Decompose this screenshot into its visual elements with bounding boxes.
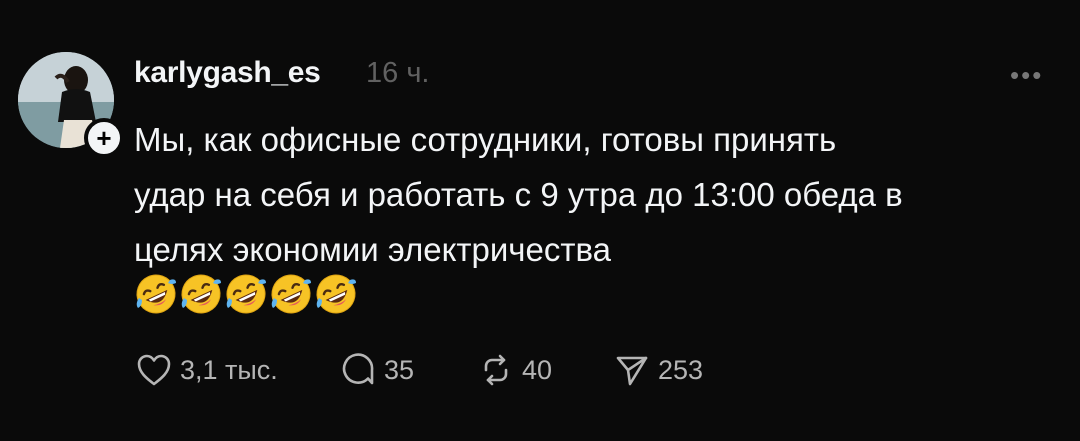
repost-button[interactable]: 40 — [478, 350, 552, 390]
emoji-row — [134, 272, 358, 316]
more-options-icon[interactable]: ••• — [1010, 60, 1043, 91]
avatar-container[interactable]: + — [18, 52, 124, 158]
action-bar: 3,1 тыс. 35 40 253 — [136, 350, 836, 390]
follow-plus-icon[interactable]: + — [84, 118, 124, 158]
repost-count: 40 — [522, 354, 553, 385]
post: + karlygash_es 16 ч. ••• Мы, как офисные… — [0, 0, 1080, 441]
rolling-laughing-emoji-icon — [316, 274, 356, 314]
rolling-laughing-emoji-icon — [181, 274, 221, 314]
rolling-laughing-emoji-icon — [226, 274, 266, 314]
like-count: 3,1 тыс. — [180, 354, 278, 385]
comment-icon — [342, 353, 374, 385]
reply-count: 35 — [384, 354, 415, 385]
like-button[interactable]: 3,1 тыс. — [136, 350, 278, 390]
repost-icon — [484, 354, 508, 386]
post-text: Мы, как офисные сотрудники, готовы приня… — [134, 121, 903, 268]
reply-button[interactable]: 35 — [340, 350, 414, 390]
heart-icon — [137, 354, 171, 386]
rolling-laughing-emoji-icon — [271, 274, 311, 314]
timestamp: 16 ч. — [366, 57, 430, 89]
username[interactable]: karlygash_es — [134, 56, 321, 90]
share-count: 253 — [658, 354, 704, 385]
share-button[interactable]: 253 — [614, 350, 703, 390]
rolling-laughing-emoji-icon — [136, 274, 176, 314]
send-icon — [616, 356, 648, 386]
